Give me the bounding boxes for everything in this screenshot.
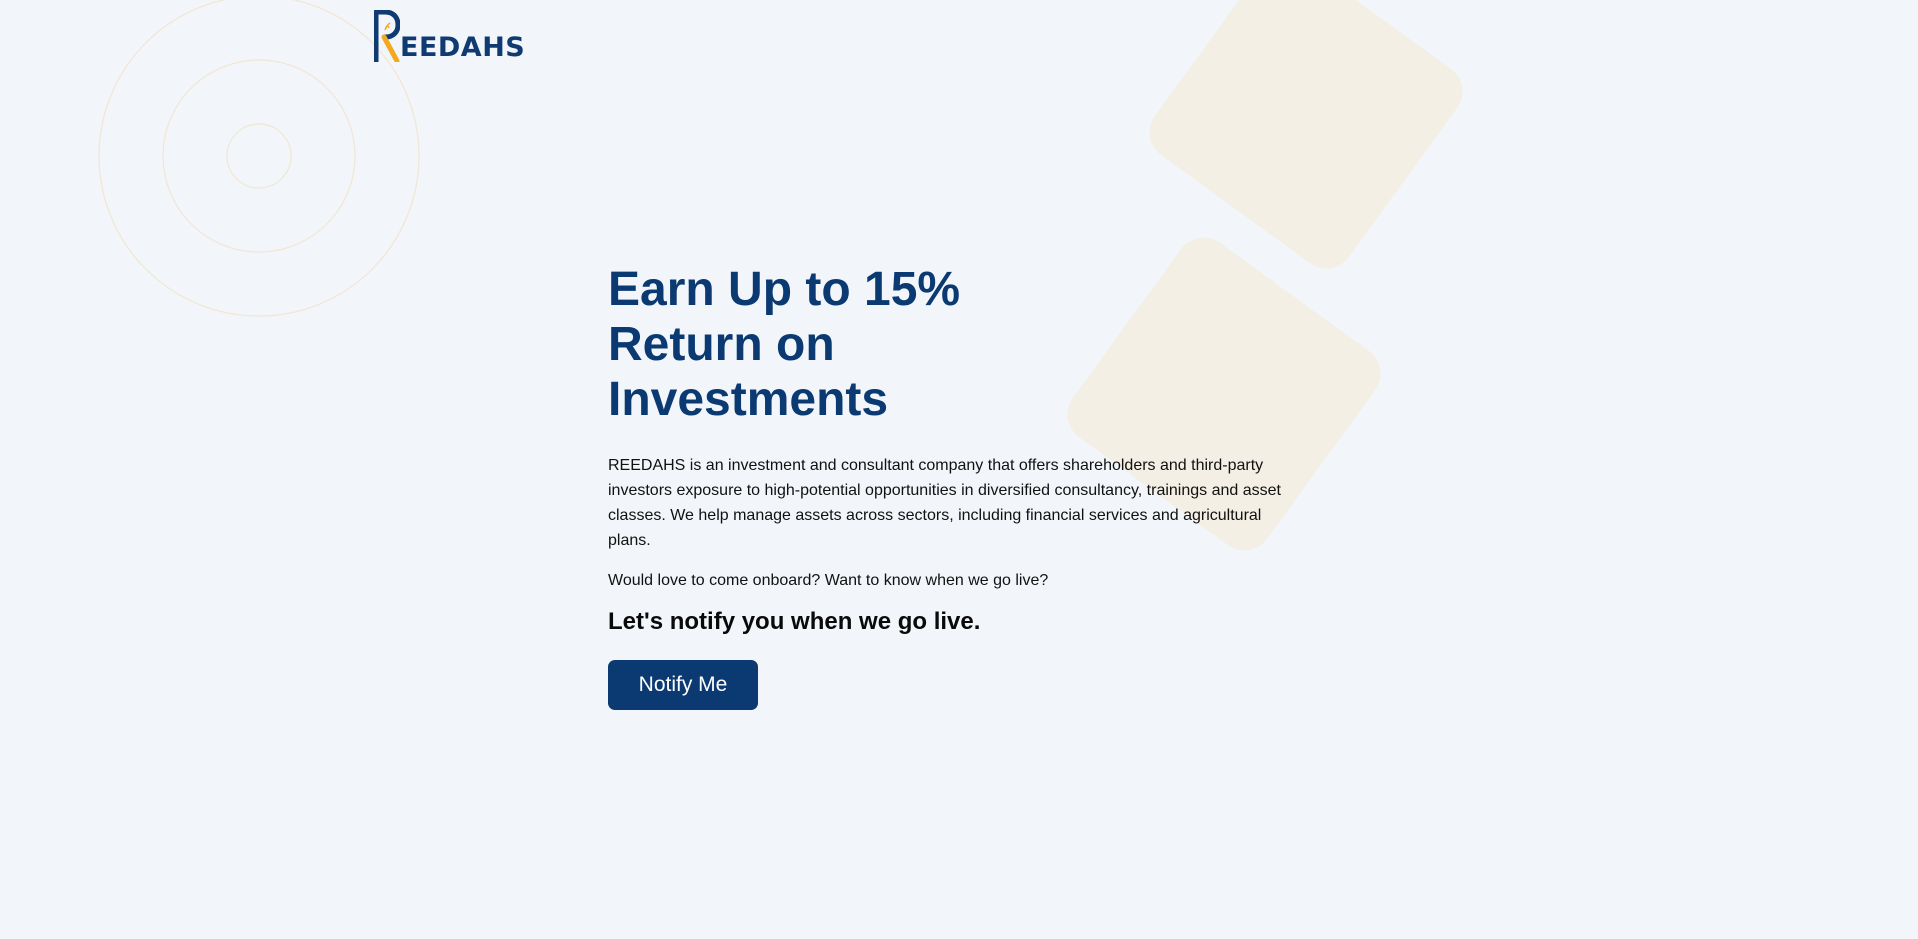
decorative-circles <box>98 0 420 317</box>
notify-me-button[interactable]: Notify Me <box>608 660 758 710</box>
hero-description: REEDAHS is an investment and consultant … <box>608 457 1281 549</box>
logo-wordmark: EEDAHS <box>400 32 526 63</box>
reedahs-logo[interactable]: EEDAHS <box>374 10 525 62</box>
onboard-question: Would love to come onboard? Want to know… <box>608 572 1049 589</box>
logo-r-mark-icon <box>374 10 400 62</box>
hero-section: Earn Up to 15% Return on Investments REE… <box>608 262 1298 710</box>
hero-headline: Earn Up to 15% Return on Investments <box>608 263 961 426</box>
decorative-diamond-top <box>1138 0 1474 280</box>
notify-heading: Let's notify you when we go live. <box>608 608 981 635</box>
landing-page: EEDAHS Earn Up to 15% Return on Investme… <box>0 0 1918 939</box>
